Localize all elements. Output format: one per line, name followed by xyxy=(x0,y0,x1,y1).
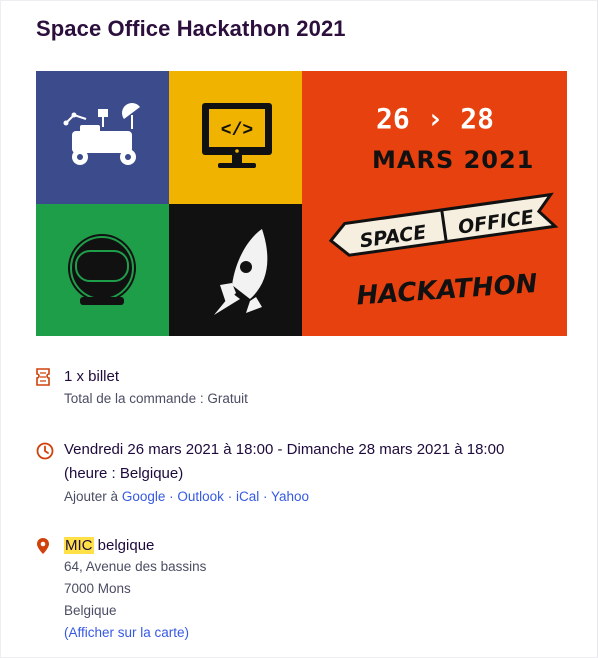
venue-address-line1: 64, Avenue des bassins xyxy=(64,559,207,574)
venue-name-highlight: MIC xyxy=(64,537,94,554)
separator-dot: · xyxy=(262,489,268,504)
venue-name: MIC belgique xyxy=(64,536,206,556)
calendar-link-outlook[interactable]: Outlook xyxy=(177,489,224,504)
calendar-link-ical[interactable]: iCal xyxy=(236,489,259,504)
show-on-map-link[interactable]: (Afficher sur la carte) xyxy=(64,625,189,640)
event-timezone: (heure : Belgique) xyxy=(64,465,184,482)
separator-dot: · xyxy=(169,489,174,504)
ticket-icon xyxy=(36,368,50,386)
event-datetime: Vendredi 26 mars 2021 à 18:00 - Dimanche… xyxy=(64,441,505,458)
clock-icon xyxy=(36,442,54,460)
event-banner-image: </> 26 › 28 MARS 2021 SPACE OFFICE HACKA… xyxy=(36,71,567,336)
order-total: Total de la commande : Gratuit xyxy=(64,391,248,406)
svg-text:</>: </> xyxy=(221,121,253,141)
ticket-quantity: 1 x billet xyxy=(64,368,120,385)
add-to-label: Ajouter à xyxy=(64,489,119,504)
separator-dot: · xyxy=(227,489,233,504)
venue-address-line2: 7000 Mons xyxy=(64,581,131,596)
venue-name-rest: belgique xyxy=(93,537,155,554)
add-to-calendar: Ajouter à Google · Outlook · iCal · Yaho… xyxy=(64,486,504,508)
calendar-link-google[interactable]: Google xyxy=(122,489,166,504)
banner-date-range: 26 › 28 xyxy=(376,102,494,135)
calendar-link-yahoo[interactable]: Yahoo xyxy=(271,489,309,504)
location-pin-icon xyxy=(36,537,50,555)
event-title: Space Office Hackathon 2021 xyxy=(36,16,346,41)
venue-country: Belgique xyxy=(64,603,117,618)
banner-month-year: MARS 2021 xyxy=(372,146,534,174)
